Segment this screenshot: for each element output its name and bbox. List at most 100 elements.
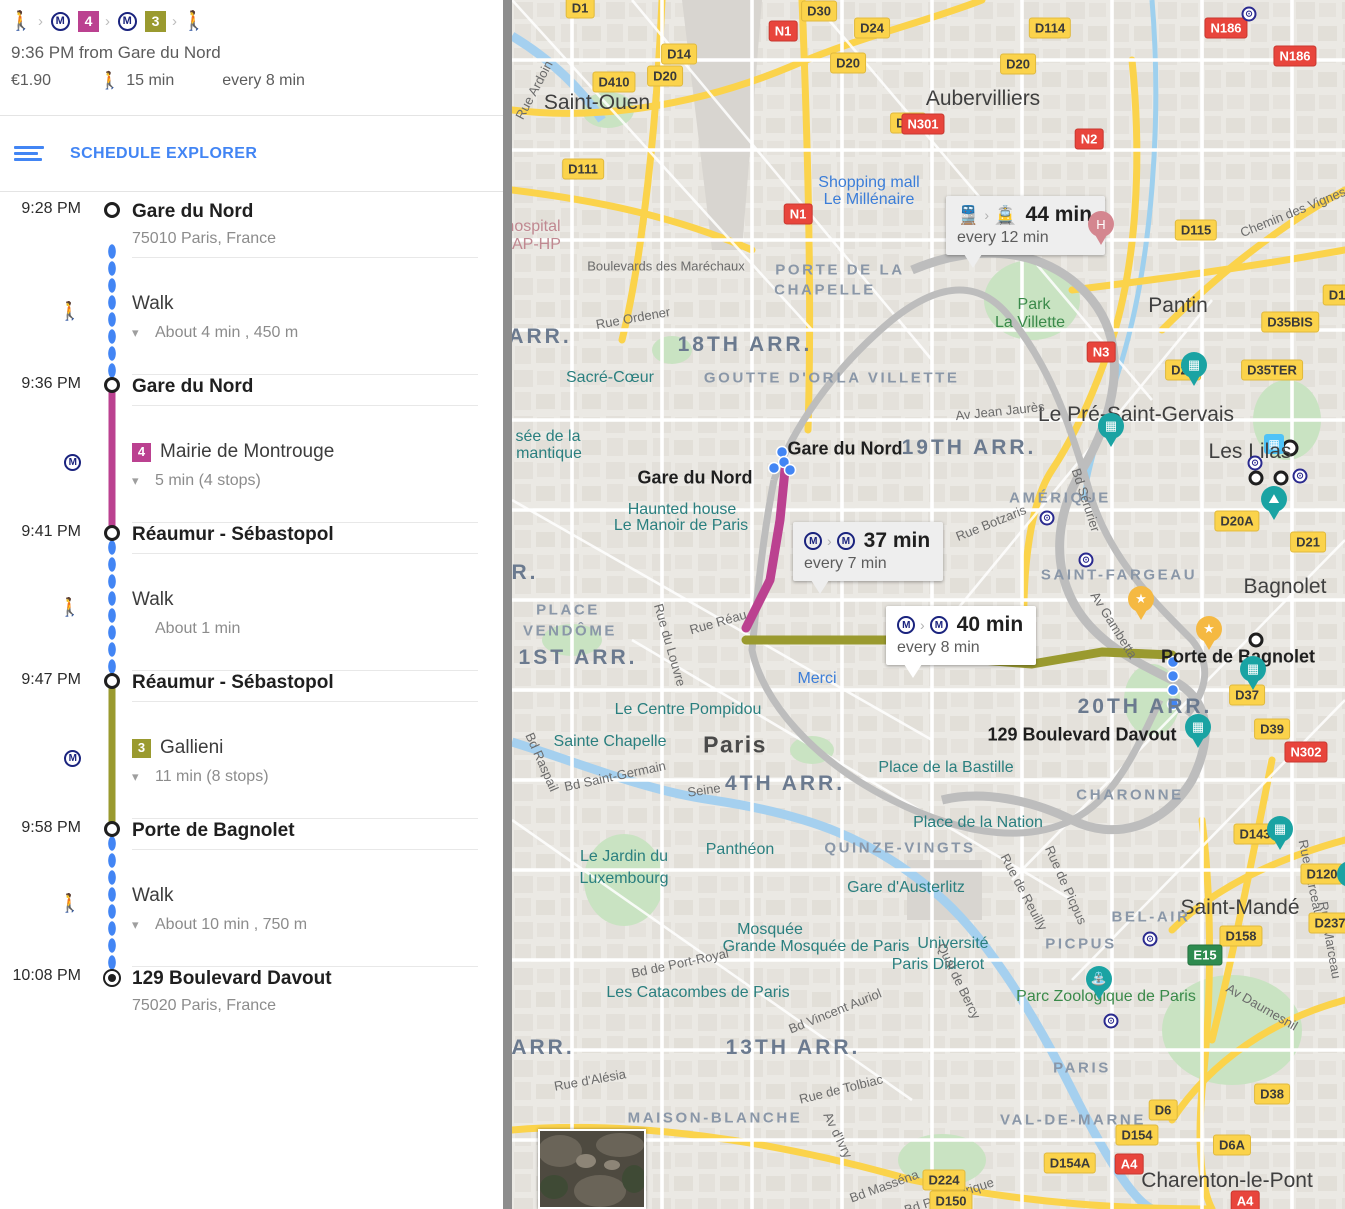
walking-person-icon: 🚶 (58, 301, 81, 321)
stop-time-column: 9:28 PM (0, 200, 92, 257)
poi-pin-gare-austerlitz[interactable]: ▦ (1337, 861, 1345, 895)
metro-station-icon-13[interactable]: ⊙ (1292, 468, 1308, 484)
chevron-down-icon[interactable]: ▾ (132, 470, 146, 492)
leg-title-text: Gallieni (160, 737, 224, 758)
poi-pin-star-1[interactable]: ★ (1128, 586, 1154, 620)
metro-station-icon-4[interactable]: ⊙ (1078, 552, 1094, 568)
itinerary-leg[interactable]: 🚶 Walk ▾About 1 min (0, 539, 512, 685)
row-body: Gare du Nord 75010 Paris, France (132, 200, 512, 257)
metro-station-icon-6[interactable]: ⊙ (1103, 1013, 1119, 1029)
map-stop-gare-du-nord-c[interactable] (1273, 470, 1289, 486)
map-stop-gare-du-nord-a[interactable] (1281, 439, 1299, 457)
bubble-37min[interactable]: M › M 37 min every 7 min (793, 522, 944, 594)
metro-line-badge[interactable]: 3 (132, 738, 151, 758)
chevron-down-icon[interactable]: ▾ (132, 914, 146, 936)
leg-detail: ▾ 5 min (4 stops) (132, 470, 478, 492)
chevron-right-icon: › (172, 12, 177, 30)
poi-pin-musee-romantique[interactable]: ▦ (1098, 413, 1124, 447)
itinerary-stop: 9:58 PM Porte de Bagnolet (0, 819, 512, 849)
chevron-right-icon: › (920, 617, 925, 633)
bubble-duration: 44 min (1025, 203, 1093, 226)
stop-time-column: 9:36 PM (0, 375, 92, 405)
poi-pin-haunted-house[interactable]: ⛰ (1261, 486, 1287, 520)
poi-pin-sainte-chapelle[interactable]: ▦ (1185, 714, 1211, 748)
itinerary-leg[interactable]: 🚶 Walk ▾ About 10 min , 750 m (0, 835, 512, 981)
chevron-down-icon[interactable]: ▾ (132, 766, 146, 788)
stop-node-icon (104, 673, 120, 689)
chevron-right-icon: › (827, 533, 832, 549)
leg-detail: ▾ About 10 min , 750 m (132, 914, 478, 936)
map-panel[interactable]: ▦ ▦ ▦ ▦ AubervilliersSaint-OuenPantinLe … (512, 0, 1345, 1209)
stop-name: Gare du Nord (132, 376, 254, 397)
map-stop-gare-du-nord-b[interactable] (1248, 470, 1264, 486)
road-shield-d38-33: D38 (1254, 1083, 1290, 1105)
stop-time: 9:41 PM (21, 523, 81, 540)
road-shield-d20a-23: D20A (1214, 510, 1260, 532)
train-station-icon-2[interactable]: ▦ (1264, 434, 1284, 454)
row-body: Walk ▾ About 4 min , 450 m (132, 257, 512, 375)
road-shield-e15-32: E15 (1187, 944, 1223, 966)
leg-detail: ▾ 11 min (8 stops) (132, 766, 478, 788)
poi-pin-star-2[interactable]: ★ (1196, 616, 1222, 650)
bubble-mode-row: 🚆 › 🚊 44 min (957, 203, 1092, 227)
metro-line-badge[interactable]: 4 (78, 10, 99, 32)
itinerary-list: 9:28 PM Gare du Nord 75010 Paris, France 🚶 W… (0, 192, 512, 1024)
bubble-mode-row: M › M 40 min (897, 613, 1023, 637)
schedule-explorer-label: SCHEDULE EXPLORER (70, 144, 258, 162)
leg-spacer-bottom (132, 936, 478, 966)
leg-title-text: Walk (132, 589, 174, 610)
metro-line-badge[interactable]: 4 (132, 442, 151, 462)
metro-line-badge[interactable]: 3 (145, 10, 166, 32)
metro-station-icon-1[interactable]: ⊙ (1241, 6, 1257, 22)
itinerary-leg[interactable]: M 4 Mairie de Montrouge ▾ 5 min (4 stops) (0, 389, 512, 539)
destination-node-icon (103, 969, 121, 987)
metro-station-icon-5[interactable]: ⊙ (1142, 931, 1158, 947)
itinerary-leg[interactable]: 🚶 Walk ▾ About 4 min , 450 m (0, 243, 512, 389)
itinerary-leg[interactable]: M 3 Gallieni ▾ 11 min (8 stops) (0, 685, 512, 835)
stop-time-column: 10:08 PM (0, 967, 92, 1024)
row-body: Walk ▾ About 10 min , 750 m (132, 849, 512, 967)
departure-text: 9:36 PM from Gare du Nord (11, 43, 221, 62)
leg-title: Walk (132, 588, 478, 612)
metro-m-icon: M (0, 449, 81, 471)
walking-person-icon: 🚶 (58, 597, 81, 617)
poi-pin-pantheon[interactable]: ▦ (1267, 816, 1293, 850)
tram-icon: 🚊 (994, 204, 1017, 225)
map-stop-reaumur[interactable] (1248, 632, 1264, 648)
bubble-44min[interactable]: 🚆 › 🚊 44 min every 12 min (946, 196, 1106, 268)
poi-pin-catacombes[interactable]: ⛲ (1086, 966, 1112, 1000)
leg-detail-text: About 1 min (155, 620, 241, 637)
row-body: Porte de Bagnolet (132, 819, 512, 849)
rail-column (92, 835, 132, 981)
price-label: €1.90 (11, 72, 52, 89)
road-shield-d35ter-21: D35TER (1241, 359, 1303, 381)
road-shield-d154-35: D154 (1115, 1124, 1159, 1146)
road-shield-d150-39: D150 (929, 1190, 973, 1209)
road-shield-d111-15: D111 (562, 158, 604, 180)
metro-m-icon: M (116, 10, 138, 32)
poi-pin-sacre-coeur[interactable]: ▦ (1181, 352, 1207, 386)
metro-m-icon: M (929, 616, 948, 634)
road-shield-a4-41: A4 (1230, 1190, 1260, 1209)
bubble-40min[interactable]: M › M 40 min every 8 min (886, 606, 1037, 678)
stop-name: Réaumur - Sébastopol (132, 524, 334, 545)
satellite-thumbnail-button[interactable] (538, 1129, 646, 1209)
metro-station-icon-3[interactable]: ⊙ (1039, 510, 1055, 526)
itinerary-stop: 9:47 PM Réaumur - Sébastopol (0, 671, 512, 701)
sidebar-scrollbar[interactable] (503, 0, 512, 1209)
metro-m-icon: M (49, 10, 71, 32)
poi-pin-pompidou[interactable]: ▦ (1240, 656, 1266, 690)
road-shield-n302-27: N302 (1284, 741, 1328, 763)
leg-spacer (132, 406, 478, 440)
metro-m-icon: M (64, 750, 81, 767)
stop-address: 75010 Paris, France (132, 230, 277, 247)
chevron-down-icon[interactable]: ▾ (132, 322, 146, 344)
road-shield-d39-26: D39 (1254, 718, 1290, 740)
metro-station-icon-12[interactable]: ⊙ (1247, 455, 1263, 471)
row-body: 3 Gallieni ▾ 11 min (8 stops) (132, 701, 512, 819)
poi-pin-hospital[interactable]: H (1088, 211, 1114, 245)
schedule-explorer-button[interactable]: SCHEDULE EXPLORER (0, 116, 512, 191)
road-shield-n2-10: N2 (1074, 128, 1104, 150)
road-shield-d24-2: D24 (854, 17, 890, 39)
row-body: 4 Mairie de Montrouge ▾ 5 min (4 stops) (132, 405, 512, 523)
